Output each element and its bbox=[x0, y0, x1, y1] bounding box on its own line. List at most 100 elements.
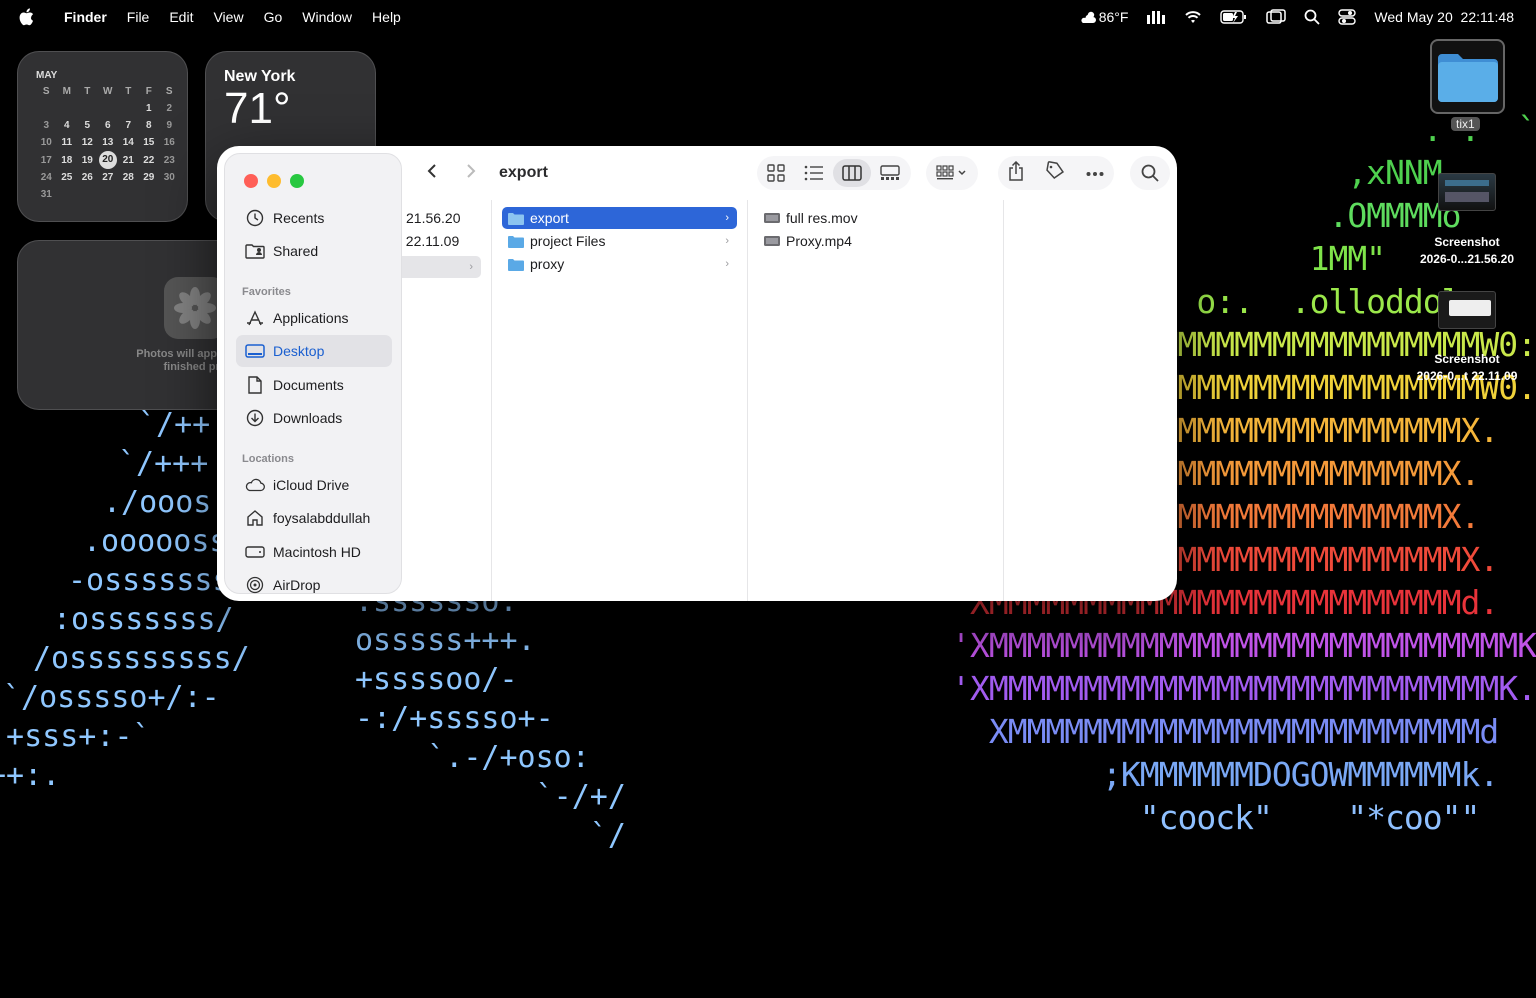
list-view-button[interactable] bbox=[795, 159, 833, 187]
calendar-day bbox=[57, 186, 78, 203]
forward-button[interactable] bbox=[465, 163, 477, 184]
icon-view-button[interactable] bbox=[757, 159, 795, 187]
search-icon bbox=[1141, 164, 1159, 182]
ascii-line: :osssssss/ bbox=[53, 602, 234, 637]
sidebar-item-downloads[interactable]: Downloads bbox=[236, 402, 392, 434]
home-icon bbox=[245, 508, 265, 528]
more-actions-button[interactable] bbox=[1086, 164, 1104, 182]
download-icon bbox=[245, 408, 265, 428]
desktop-icon bbox=[245, 341, 265, 361]
menu-app-finder[interactable]: Finder bbox=[64, 9, 107, 25]
weather-temperature: 71° bbox=[224, 84, 291, 133]
gallery-view-button[interactable] bbox=[871, 159, 909, 187]
sidebar-item-icloud-drive[interactable]: iCloud Drive bbox=[236, 469, 392, 501]
column0-item-2[interactable]: t 22.11.09 bbox=[398, 233, 459, 249]
sidebar-item-label: Documents bbox=[273, 377, 344, 393]
sidebar-item-label: Downloads bbox=[273, 410, 343, 426]
calendar-day: 4 bbox=[63, 120, 70, 131]
control-center-icon[interactable] bbox=[1338, 9, 1357, 25]
column1-item-project-files[interactable]: project Files › bbox=[502, 230, 737, 252]
menu-clock[interactable]: Wed May 20 22:11:48 bbox=[1374, 9, 1514, 25]
sidebar-item-desktop[interactable]: Desktop bbox=[236, 335, 392, 367]
calendar-day bbox=[98, 100, 119, 117]
menu-view[interactable]: View bbox=[213, 9, 243, 25]
calendar-day: 2 bbox=[166, 103, 173, 114]
calendar-day: 25 bbox=[61, 172, 73, 183]
action-button-group bbox=[998, 156, 1114, 190]
weather-status[interactable]: 86°F bbox=[1079, 9, 1129, 25]
sidebar-item-recents[interactable]: Recents bbox=[236, 202, 392, 234]
sidebar-item-applications[interactable]: Applications bbox=[236, 302, 392, 334]
tags-button[interactable] bbox=[1045, 160, 1065, 186]
column-desktop: 21.56.20 t 22.11.09 › bbox=[372, 200, 492, 601]
calendar-day: 17 bbox=[40, 154, 52, 166]
screenshot-thumbnail-1[interactable] bbox=[1438, 173, 1496, 211]
file-full-res-mov[interactable]: full res.mov bbox=[758, 207, 993, 229]
sidebar-item-macintosh-hd[interactable]: Macintosh HD bbox=[236, 536, 392, 568]
close-button[interactable] bbox=[244, 174, 258, 188]
column1-item-export[interactable]: export › bbox=[502, 207, 737, 229]
airdrop-icon bbox=[245, 575, 265, 595]
calendar-day-of-week: T bbox=[125, 86, 132, 97]
calendar-widget[interactable]: MAY S M T W T F S 1 2 3 4 5 6 7 8 9 10 11 12 13 14 15 16 17 18 19… bbox=[17, 51, 188, 222]
desktop-folder-tix1[interactable] bbox=[1430, 39, 1505, 114]
calendar-day bbox=[77, 186, 98, 203]
screen-mirroring-icon[interactable] bbox=[1266, 9, 1287, 25]
finder-window[interactable]: 21.56.20 t 22.11.09 › export › project F… bbox=[217, 146, 1177, 601]
column1-item-label: proxy bbox=[530, 256, 565, 272]
list-icon bbox=[804, 165, 823, 181]
sidebar-item-airdrop[interactable]: AirDrop bbox=[236, 569, 392, 601]
sidebar-section-locations: Locations bbox=[242, 453, 294, 465]
sun-cloud-icon bbox=[1081, 11, 1096, 23]
column1-item-proxy[interactable]: proxy › bbox=[502, 253, 737, 275]
calendar-day-of-week: F bbox=[145, 86, 152, 97]
weather-temp: 86°F bbox=[1098, 9, 1129, 25]
gallery-icon bbox=[880, 165, 900, 180]
calendar-day bbox=[98, 186, 119, 203]
ascii-line: `.-/+oso: bbox=[355, 740, 590, 775]
calendar-day: 27 bbox=[102, 172, 114, 183]
ascii-art-middle: :sssssso. osssss+++. +ssssoo/- -:/+sssso+- … bbox=[355, 582, 626, 855]
chevron-right-icon: › bbox=[725, 258, 729, 270]
desktop-screenshot-2[interactable]: Screenshot 2026-0...t 22.11.09 bbox=[1405, 351, 1529, 385]
screenshot-thumbnail-2[interactable] bbox=[1438, 291, 1496, 329]
sidebar-item-label: Desktop bbox=[273, 343, 325, 359]
sidebar-item-documents[interactable]: Documents bbox=[236, 369, 392, 401]
sidebar-item-shared[interactable]: Shared bbox=[236, 235, 392, 267]
file-proxy-mp4[interactable]: Proxy.mp4 bbox=[758, 230, 993, 252]
ascii-line: /osssssssss/ bbox=[33, 641, 250, 676]
ascii-line: `/osssso+/:- bbox=[3, 680, 220, 715]
desktop-folder-label: tix1 bbox=[1451, 117, 1480, 131]
calendar-day: 28 bbox=[122, 172, 134, 183]
ascii-line: `/ bbox=[355, 818, 626, 853]
calendar-day: 16 bbox=[163, 137, 175, 148]
menu-go[interactable]: Go bbox=[264, 9, 283, 25]
menu-edit[interactable]: Edit bbox=[169, 9, 193, 25]
sidebar-item-home[interactable]: foysalabddullah bbox=[236, 502, 392, 534]
menu-window[interactable]: Window bbox=[302, 9, 352, 25]
search-button[interactable] bbox=[1130, 156, 1170, 190]
wifi-icon[interactable] bbox=[1184, 10, 1202, 24]
column1-item-label: project Files bbox=[530, 233, 606, 249]
column-view-button[interactable] bbox=[833, 159, 871, 187]
share-button[interactable] bbox=[1008, 160, 1024, 186]
calendar-day bbox=[159, 186, 180, 203]
minimize-button[interactable] bbox=[267, 174, 281, 188]
apple-menu-icon[interactable] bbox=[18, 0, 44, 34]
group-by-button[interactable] bbox=[926, 156, 978, 190]
desktop-screenshot-1[interactable]: Screenshot 2026-0...21.56.20 bbox=[1405, 234, 1529, 268]
calendar-day: 20 bbox=[98, 151, 119, 169]
back-button[interactable] bbox=[426, 163, 438, 184]
finder-sidebar: Recents Shared Favorites Applications De… bbox=[224, 153, 402, 594]
battery-icon[interactable] bbox=[1220, 10, 1248, 24]
zoom-button[interactable] bbox=[290, 174, 304, 188]
spotlight-search-icon[interactable] bbox=[1304, 9, 1321, 25]
menu-file[interactable]: File bbox=[127, 9, 150, 25]
network-icon[interactable] bbox=[1146, 9, 1166, 25]
calendar-day-of-week: S bbox=[42, 86, 50, 97]
ascii-line: -:/+sssso+- bbox=[355, 701, 554, 736]
column0-item-1[interactable]: 21.56.20 bbox=[406, 210, 461, 226]
ascii-line: 'XMMMMMMMMMMMMMMMMMMMMMMMMMMMMK bbox=[951, 626, 1536, 665]
menu-help[interactable]: Help bbox=[372, 9, 401, 25]
calendar-day: 18 bbox=[61, 154, 73, 166]
